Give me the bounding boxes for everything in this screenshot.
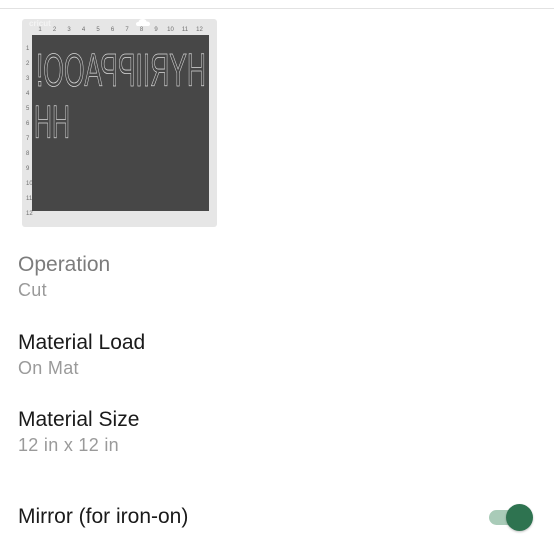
ruler-left-tick: 8 [26, 151, 30, 157]
setting-operation[interactable]: Operation Cut [18, 252, 110, 302]
design-line-2: HH [34, 96, 70, 148]
ruler-left-tick: 12 [26, 211, 33, 217]
ruler-top-tick: 5 [96, 27, 100, 33]
material-size-value: 12 in x 12 in [18, 435, 119, 455]
ruler-top-tick: 7 [125, 27, 129, 33]
material-load-value: On Mat [18, 358, 79, 378]
ruler-left-tick: 4 [26, 91, 30, 97]
material-size-label: Material Size [18, 408, 140, 431]
mat-cutting-area: HYRIIPPAOO! HH [32, 35, 209, 211]
ruler-top-tick: 4 [81, 27, 86, 33]
ruler-top-tick: 3 [67, 27, 71, 33]
ruler-left-tick: 2 [26, 61, 30, 67]
ruler-left-tick: 3 [26, 76, 30, 82]
ruler-left-tick: 5 [26, 106, 30, 112]
setting-material-load[interactable]: Material Load On Mat [18, 330, 145, 380]
mat-preview[interactable]: cricut 1 2 3 4 5 6 7 8 9 10 11 12 1 2 3 … [22, 19, 217, 227]
mirror-toggle[interactable] [488, 504, 534, 531]
ruler-left-tick: 7 [26, 136, 30, 142]
ruler-left-tick: 1 [26, 46, 30, 52]
mat-ruler-left: 1 2 3 4 5 6 7 8 9 10 11 12 [24, 37, 33, 227]
ruler-top-tick: 10 [167, 27, 174, 33]
setting-mirror: Mirror (for iron-on) [18, 502, 536, 532]
ruler-left-tick: 9 [26, 166, 30, 172]
top-divider [0, 8, 554, 9]
mirror-label: Mirror (for iron-on) [18, 505, 189, 528]
material-load-label: Material Load [18, 331, 146, 354]
mat-ruler-top: 1 2 3 4 5 6 7 8 9 10 11 12 [32, 27, 212, 35]
ruler-top-tick: 8 [139, 27, 144, 33]
operation-label: Operation [18, 253, 111, 276]
ruler-top-tick: 12 [196, 27, 203, 33]
operation-value: Cut [18, 280, 47, 300]
setting-material-size[interactable]: Material Size 12 in x 12 in [18, 407, 139, 457]
design-line-1: HYRIIPPAOO! [36, 44, 206, 96]
ruler-left-tick: 6 [26, 121, 30, 127]
cloud-icon [136, 19, 150, 26]
ruler-top-tick: 2 [52, 27, 57, 33]
toggle-knob [506, 504, 533, 531]
ruler-top-tick: 9 [154, 27, 158, 33]
ruler-top-tick: 11 [181, 27, 189, 33]
ruler-top-tick: 6 [110, 27, 115, 33]
mirrored-design: HYRIIPPAOO! HH [34, 44, 207, 149]
ruler-top-tick: 1 [38, 27, 42, 33]
